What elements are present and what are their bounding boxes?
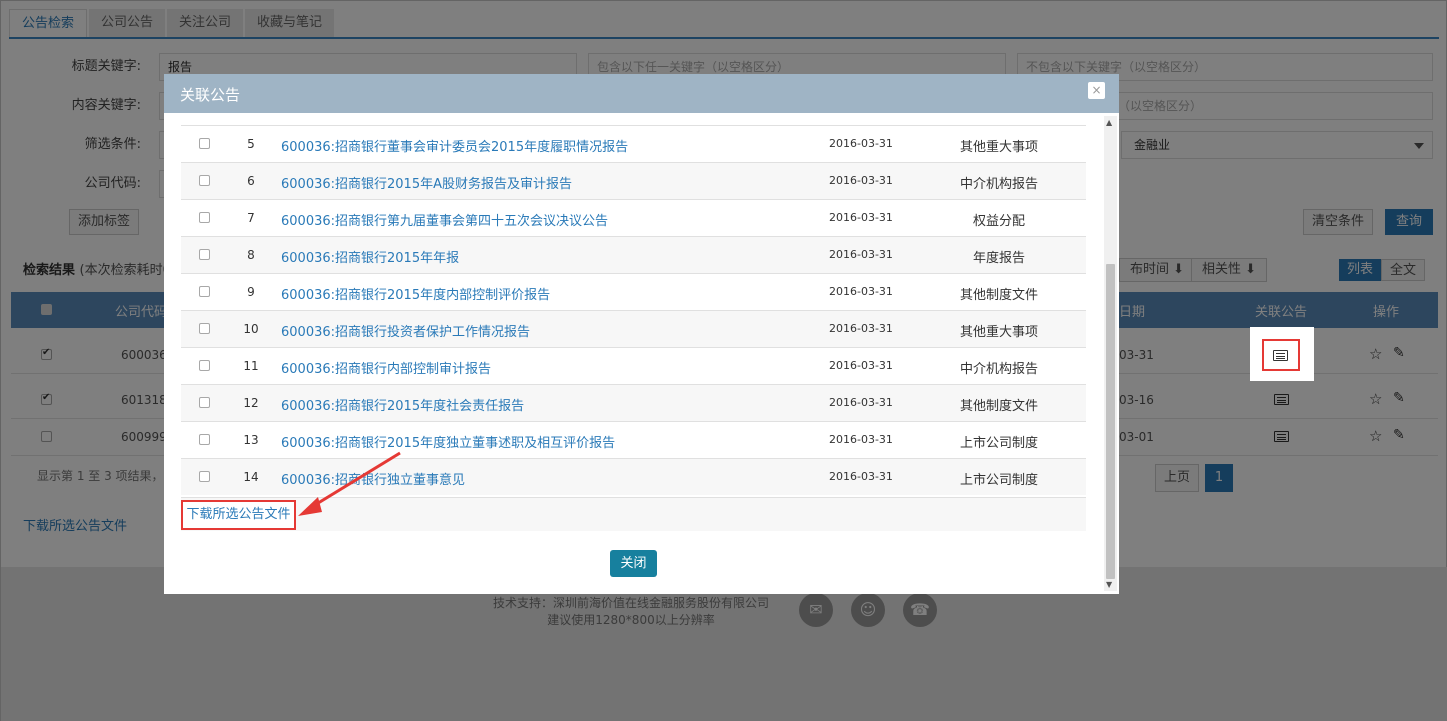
annotation-arrow	[298, 451, 401, 516]
